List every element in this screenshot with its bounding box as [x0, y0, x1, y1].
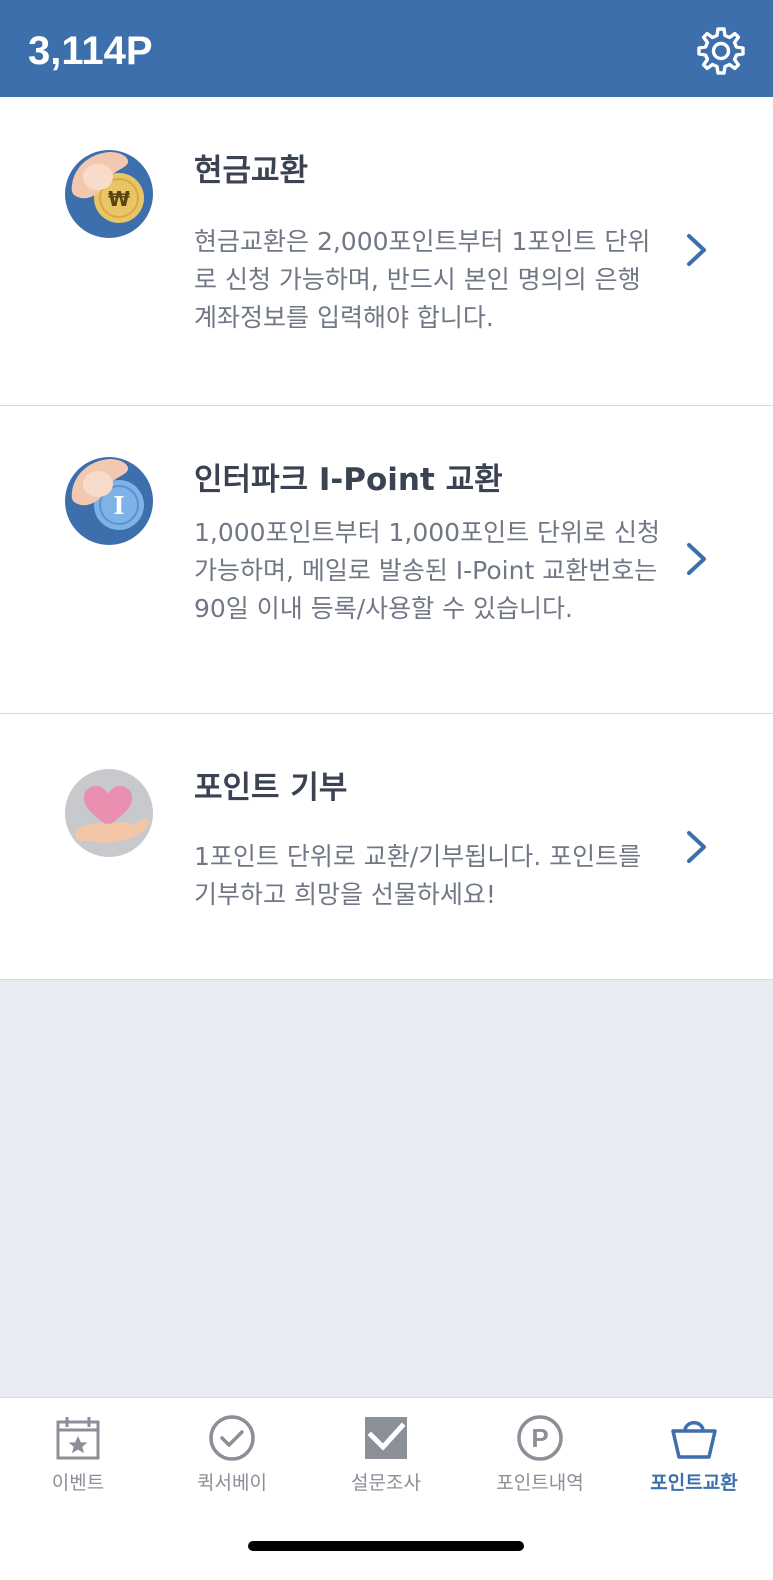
tab-point-history[interactable]: P 포인트내역 [463, 1398, 617, 1508]
tab-label: 포인트내역 [496, 1472, 584, 1494]
tab-event[interactable]: 이벤트 [1, 1398, 155, 1508]
item-title: 포인트 기부 [194, 770, 348, 806]
ipoint-coin-icon: I [65, 457, 153, 545]
survey-check-icon [365, 1417, 407, 1459]
calendar-star-icon [56, 1417, 100, 1460]
item-description: 1,000포인트부터 1,000포인트 단위로 신청 가능하며, 메일로 발송된… [194, 518, 660, 623]
tab-point-exchange[interactable]: 포인트교환 [617, 1398, 771, 1508]
app-header: 3,114P [0, 0, 773, 97]
svg-text:₩: ₩ [108, 187, 130, 211]
item-title: 인터파크 I-Point 교환 [194, 462, 503, 498]
svg-text:P: P [531, 1423, 548, 1453]
tab-label: 설문조사 [351, 1472, 421, 1494]
tab-label: 이벤트 [51, 1472, 105, 1494]
chevron-right-icon [687, 831, 706, 863]
chevron-right-icon [687, 234, 706, 266]
gear-icon[interactable] [696, 26, 746, 76]
tab-label: 퀵서베이 [197, 1472, 267, 1494]
svg-text:I: I [113, 491, 124, 520]
point-donation-item[interactable]: 포인트 기부 1포인트 단위로 교환/기부됩니다. 포인트를 기부하고 희망을 … [0, 714, 773, 980]
tab-quick-survey[interactable]: 퀵서베이 [155, 1398, 309, 1508]
check-circle-icon [209, 1415, 255, 1461]
bottom-tab-bar: 이벤트 퀵서베이 설문조사 P 포인트내역 포인트교환 [0, 1397, 773, 1580]
item-description: 1포인트 단위로 교환/기부됩니다. 포인트를 기부하고 희망을 선물하세요! [194, 842, 642, 909]
home-indicator [248, 1541, 524, 1551]
cash-coin-icon: ₩ [65, 150, 153, 238]
basket-icon [671, 1421, 717, 1459]
item-description: 현금교환은 2,000포인트부터 1포인트 단위로 신청 가능하며, 반드시 본… [194, 227, 651, 332]
chevron-right-icon [687, 543, 706, 575]
item-title: 현금교환 [194, 153, 309, 189]
heart-hand-icon [65, 769, 153, 857]
tab-label: 포인트교환 [650, 1472, 738, 1494]
points-balance: 3,114P [28, 29, 153, 73]
ipoint-exchange-item[interactable]: I 인터파크 I-Point 교환 1,000포인트부터 1,000포인트 단위… [0, 406, 773, 714]
cash-exchange-item[interactable]: ₩ 현금교환 현금교환은 2,000포인트부터 1포인트 단위로 신청 가능하며… [0, 97, 773, 406]
p-circle-icon: P [517, 1415, 563, 1461]
tab-survey[interactable]: 설문조사 [309, 1398, 463, 1508]
exchange-options-list: ₩ 현금교환 현금교환은 2,000포인트부터 1포인트 단위로 신청 가능하며… [0, 97, 773, 980]
